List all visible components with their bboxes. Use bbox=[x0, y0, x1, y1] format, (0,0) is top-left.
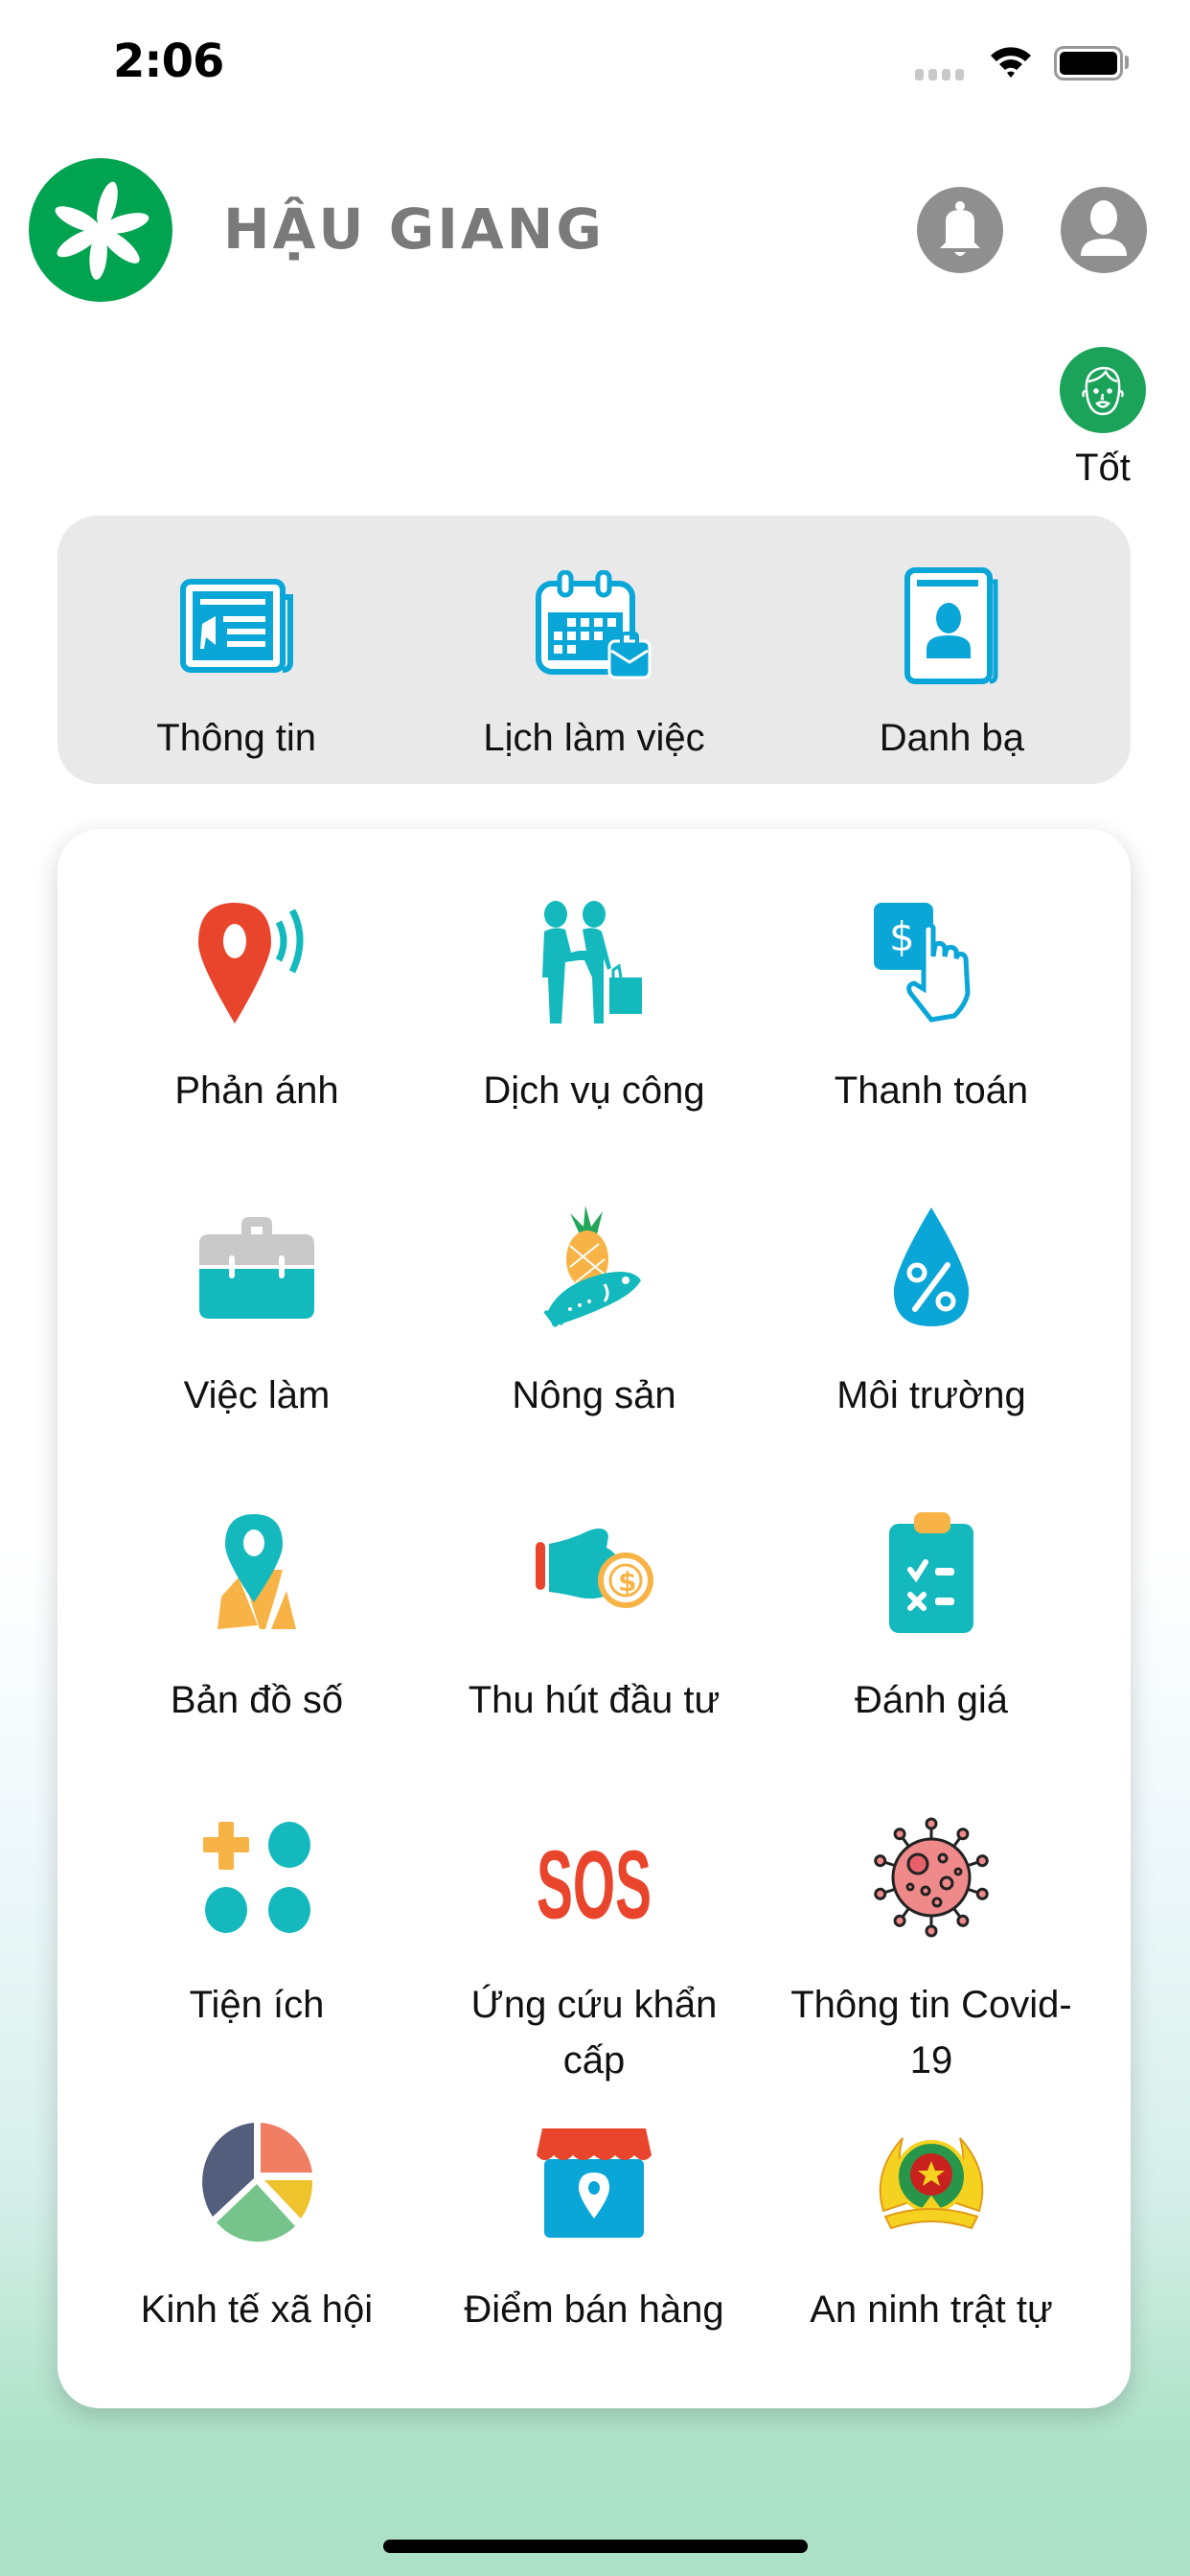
service-tile-utilities[interactable]: Tiện ích bbox=[84, 1810, 429, 2033]
status-time: 2:06 bbox=[113, 34, 224, 88]
shop-location-icon bbox=[537, 2128, 652, 2238]
wifi-icon bbox=[991, 47, 1031, 78]
user-icon bbox=[1081, 200, 1127, 256]
service-tile-feedback[interactable]: Phản ánh bbox=[84, 896, 429, 1118]
service-label: Thanh toán bbox=[834, 1070, 1029, 1112]
service-tile-security[interactable]: An ninh trật tự bbox=[759, 2115, 1104, 2337]
service-tile-covid[interactable]: Thông tin Covid-19 bbox=[759, 1810, 1104, 2088]
service-tile-jobs[interactable]: Việc làm bbox=[84, 1201, 429, 1423]
bell-icon bbox=[940, 201, 980, 256]
quick-actions-card: Thông tin Lịch làm việc Danh bạ bbox=[57, 516, 1131, 784]
briefcase-icon bbox=[199, 1217, 314, 1319]
battery-tip bbox=[1125, 56, 1129, 69]
services-card: Phản ánh Dịch vụ công $ Thanh toán Việc … bbox=[57, 829, 1131, 2408]
quick-action-label: Lịch làm việc bbox=[483, 717, 705, 759]
service-label: Bản đồ số bbox=[170, 1679, 344, 1721]
app-title: HẬU GIANG bbox=[223, 196, 605, 262]
service-tile-emergency[interactable]: SOS Ứng cứu khẩn cấp bbox=[422, 1810, 767, 2088]
service-label: Thu hút đầu tư bbox=[468, 1679, 721, 1721]
smiling-face-icon bbox=[1082, 366, 1124, 416]
service-label: Kinh tế xã hội bbox=[140, 2288, 374, 2331]
quick-action-label: Danh bạ bbox=[879, 717, 1024, 759]
pie-chart-icon bbox=[202, 2123, 313, 2242]
service-label: Điểm bán hàng bbox=[464, 2288, 724, 2331]
flower-logo-icon[interactable] bbox=[29, 158, 172, 302]
hand-coin-icon: $ bbox=[536, 1529, 653, 1608]
quick-action-news[interactable]: Thông tin bbox=[57, 516, 415, 784]
service-tile-investment[interactable]: $ Thu hút đầu tư bbox=[422, 1506, 767, 1728]
service-tile-payment[interactable]: $ Thanh toán bbox=[759, 896, 1104, 1118]
checklist-clipboard-icon bbox=[889, 1512, 973, 1633]
profile-button[interactable] bbox=[1061, 187, 1147, 273]
mood-label: Tốt bbox=[1075, 447, 1131, 489]
handshake-icon bbox=[542, 901, 642, 1024]
notification-button[interactable] bbox=[917, 187, 1003, 273]
svg-text:$: $ bbox=[618, 1566, 636, 1598]
sos-icon: SOS bbox=[537, 1830, 652, 1925]
quick-action-schedule[interactable]: Lịch làm việc bbox=[415, 516, 772, 784]
virus-icon bbox=[874, 1817, 989, 1938]
svg-text:$: $ bbox=[889, 913, 915, 960]
service-tile-agriculture[interactable]: Nông sản bbox=[422, 1201, 767, 1423]
service-label: Ứng cứu khẩn cấp bbox=[470, 1984, 718, 2082]
cellular-signal-icon bbox=[915, 69, 964, 80]
contact-book-icon bbox=[904, 567, 998, 684]
service-tile-public-services[interactable]: Dịch vụ công bbox=[422, 896, 767, 1118]
service-label: Dịch vụ công bbox=[483, 1070, 705, 1112]
service-label: Nông sản bbox=[512, 1374, 676, 1416]
quick-action-contacts[interactable]: Danh bạ bbox=[773, 516, 1131, 784]
service-label: Thông tin Covid-19 bbox=[790, 1984, 1072, 2082]
service-label: Đánh giá bbox=[854, 1679, 1009, 1721]
newspaper-icon bbox=[179, 579, 293, 673]
water-drop-percent-icon bbox=[893, 1208, 970, 1326]
service-tile-digital-map[interactable]: Bản đồ số bbox=[84, 1506, 429, 1728]
home-indicator[interactable] bbox=[383, 2540, 808, 2553]
location-broadcast-icon bbox=[198, 903, 304, 1024]
map-pin-icon bbox=[217, 1514, 296, 1629]
svg-text:SOS: SOS bbox=[537, 1830, 652, 1925]
utilities-grid-icon bbox=[203, 1822, 310, 1933]
service-label: Phản ánh bbox=[174, 1070, 339, 1112]
service-tile-evaluation[interactable]: Đánh giá bbox=[759, 1506, 1104, 1728]
service-label: Tiện ích bbox=[189, 1984, 325, 2026]
police-emblem-icon bbox=[879, 2137, 984, 2230]
battery-icon bbox=[1054, 46, 1123, 80]
quick-action-label: Thông tin bbox=[156, 717, 317, 759]
tap-payment-icon: $ bbox=[874, 903, 971, 1023]
service-tile-points-of-sale[interactable]: Điểm bán hàng bbox=[422, 2115, 767, 2337]
pineapple-fish-icon bbox=[543, 1206, 641, 1328]
service-label: Việc làm bbox=[183, 1374, 331, 1416]
calendar-briefcase-icon bbox=[535, 570, 652, 679]
service-tile-socio-economic[interactable]: Kinh tế xã hội bbox=[84, 2115, 429, 2337]
service-label: Môi trường bbox=[836, 1374, 1026, 1416]
service-tile-environment[interactable]: Môi trường bbox=[759, 1201, 1104, 1423]
service-label: An ninh trật tự bbox=[810, 2288, 1053, 2331]
mood-status-button[interactable] bbox=[1060, 347, 1146, 433]
